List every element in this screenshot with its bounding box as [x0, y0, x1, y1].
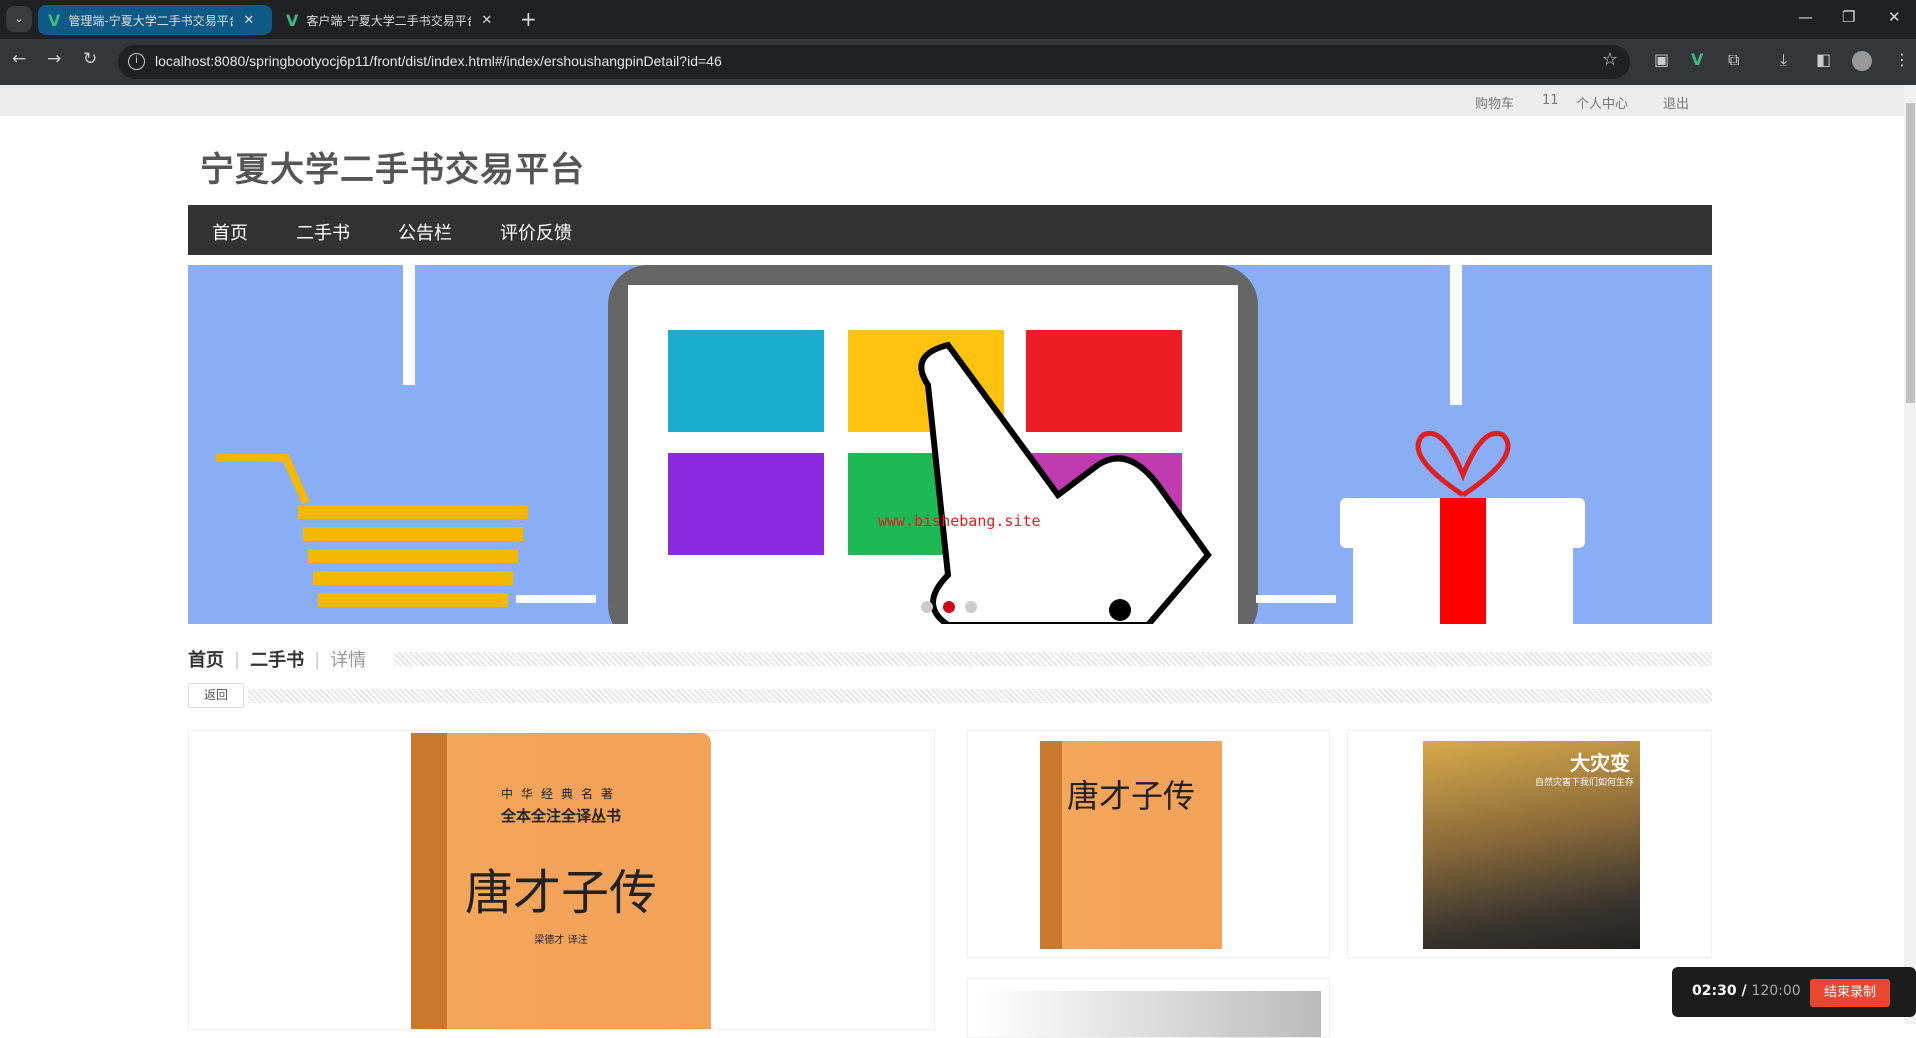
site-title: 宁夏大学二手书交易平台: [200, 150, 585, 190]
breadcrumb-current: 详情: [330, 650, 367, 671]
vue-icon: V: [48, 10, 61, 30]
thumbnail-card[interactable]: [967, 978, 1330, 1038]
new-tab-icon[interactable]: +: [520, 7, 537, 31]
close-window-icon[interactable]: ✕: [1888, 8, 1901, 26]
breadcrumb-home[interactable]: 首页: [188, 646, 224, 672]
nav-notice[interactable]: 公告栏: [398, 219, 452, 245]
info-icon[interactable]: i: [128, 53, 145, 70]
main-image-card: 中华经典名著 全本全注全译丛书 唐才子传 梁德才 译注: [188, 730, 935, 1030]
user-topbar: 购物车 11 个人中心 退出: [0, 85, 1904, 116]
scrollbar-thumb[interactable]: [1906, 103, 1915, 403]
close-icon[interactable]: ✕: [481, 13, 492, 28]
browser-tab-bar: ⌄ V 管理端-宁夏大学二手书交易平台 ✕ V 客户端-宁夏大学二手书交易平台 ✕ + …: [0, 0, 1916, 39]
side-panel-icon[interactable]: ◧: [1816, 50, 1831, 69]
thumbnail-card[interactable]: 大灾变 自然灾害下我们如何生存: [1347, 730, 1712, 958]
logout-link[interactable]: 退出: [1663, 93, 1689, 112]
extension-icon[interactable]: ▣: [1654, 50, 1669, 69]
tab-search-icon[interactable]: ⌄: [6, 6, 32, 32]
back-icon[interactable]: ←: [12, 49, 26, 69]
watermark: www.bishebang.site: [878, 512, 1041, 530]
minimize-icon[interactable]: —: [1798, 8, 1813, 26]
carousel-dot[interactable]: [965, 601, 977, 613]
extensions-puzzle-icon[interactable]: ⧉: [1728, 50, 1739, 70]
tab-client[interactable]: V 客户端-宁夏大学二手书交易平台 ✕: [276, 5, 510, 35]
cart-count: 11: [1542, 93, 1559, 108]
banner-carousel[interactable]: [188, 265, 1712, 624]
url-field[interactable]: i localhost:8080/springbootyocj6p11/fron…: [118, 45, 1630, 79]
forward-icon[interactable]: →: [47, 49, 61, 69]
avatar[interactable]: [1852, 51, 1872, 71]
carousel-dots: [921, 601, 977, 613]
nav-home[interactable]: 首页: [212, 219, 248, 245]
profile-link[interactable]: 个人中心: [1576, 93, 1628, 112]
divider: [248, 689, 1712, 703]
breadcrumb-category[interactable]: 二手书: [250, 646, 304, 672]
close-icon[interactable]: ✕: [243, 13, 254, 28]
vue-icon: V: [286, 10, 299, 30]
carousel-dot[interactable]: [921, 601, 933, 613]
nav-feedback[interactable]: 评价反馈: [500, 219, 572, 245]
thumbnail-card[interactable]: 唐才子传: [967, 730, 1330, 958]
vue-devtools-icon[interactable]: V: [1691, 50, 1703, 69]
download-icon[interactable]: ⤓: [1780, 50, 1787, 70]
back-button[interactable]: 返回: [188, 683, 244, 708]
recording-time: 02:30 / 120:00: [1692, 983, 1801, 999]
nav-books[interactable]: 二手书: [296, 219, 350, 245]
address-bar: ← → ↻ i localhost:8080/springbootyocj6p1…: [0, 39, 1916, 85]
divider: [394, 652, 1712, 666]
carousel-dot-active[interactable]: [943, 601, 955, 613]
bookmark-star-icon[interactable]: ☆: [1602, 49, 1618, 70]
main-nav: 首页 二手书 公告栏 评价反馈: [188, 205, 1712, 255]
book-cover-main[interactable]: 中华经典名著 全本全注全译丛书 唐才子传 梁德才 译注: [411, 733, 711, 1029]
tab-admin[interactable]: V 管理端-宁夏大学二手书交易平台 ✕: [38, 5, 272, 35]
banner-illustration: [216, 265, 1585, 624]
breadcrumb: 首页 | 二手书 | 详情: [188, 647, 1712, 671]
recording-widget: 02:30 / 120:00 结束录制: [1672, 967, 1916, 1017]
menu-icon[interactable]: ⋮: [1894, 50, 1910, 69]
book-cover-thumb: 唐才子传: [1040, 741, 1222, 949]
restore-icon[interactable]: ❐: [1842, 8, 1855, 26]
book-cover-thumb: 大灾变 自然灾害下我们如何生存: [1423, 741, 1640, 949]
stop-recording-button[interactable]: 结束录制: [1810, 979, 1890, 1007]
reload-icon[interactable]: ↻: [83, 49, 97, 69]
scrollbar[interactable]: [1904, 85, 1916, 1024]
cart-link[interactable]: 购物车: [1475, 93, 1514, 112]
